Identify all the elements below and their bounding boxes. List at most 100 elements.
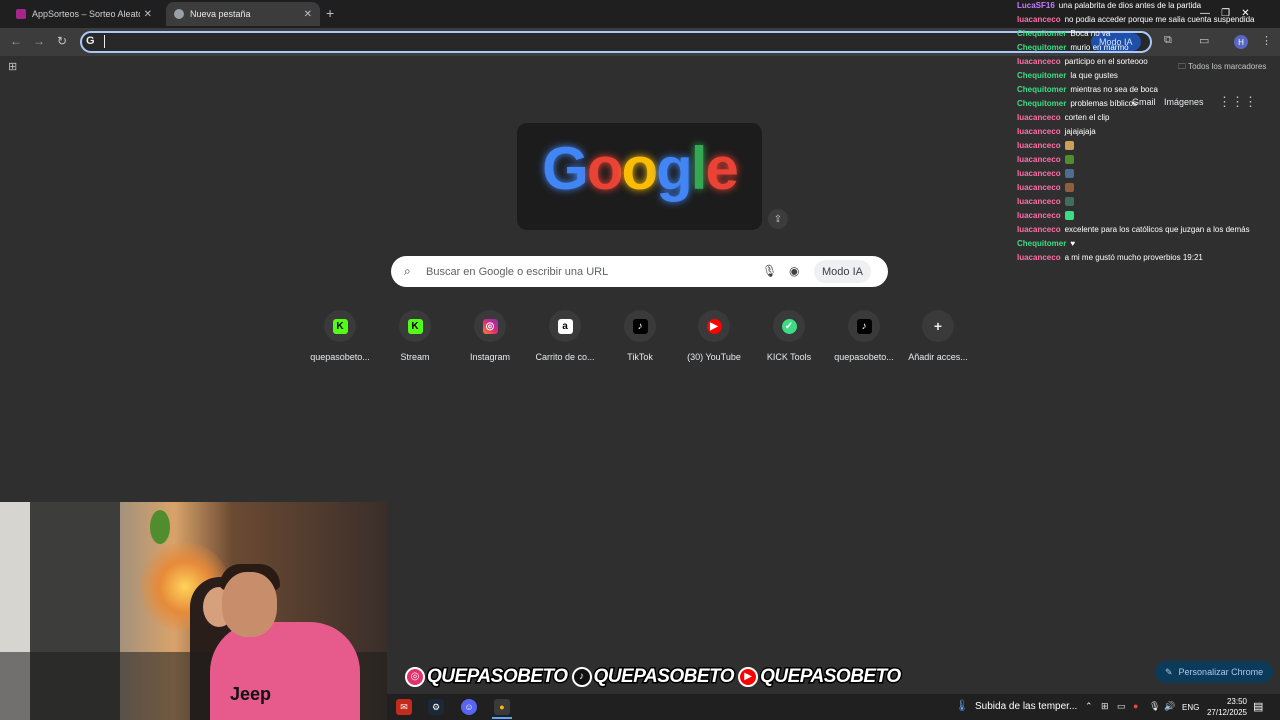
chat-username: luacanceco <box>1017 253 1061 262</box>
address-bar[interactable] <box>80 31 1152 53</box>
shortcut-label: Instagram <box>469 352 511 362</box>
chat-message: luacanceco corten el clip <box>1017 112 1280 126</box>
tray-app-icon[interactable]: ● <box>1133 701 1138 711</box>
clock-time: 23:50 <box>1226 697 1247 706</box>
search-icon: ⌕ <box>404 264 411 278</box>
chat-message: luacanceco <box>1017 182 1280 196</box>
chat-username: Chequitomer <box>1017 43 1067 52</box>
chat-message: luacanceco <box>1017 210 1280 224</box>
chat-username: luacanceco <box>1017 183 1061 192</box>
notifications-icon[interactable]: ▤ <box>1253 700 1263 713</box>
shortcut-label: quepasobeto... <box>834 352 894 362</box>
shortcut-tile[interactable]: K Stream <box>378 310 452 362</box>
taskbar <box>387 694 1280 720</box>
youtube-icon: ▶ <box>738 666 759 687</box>
google-lens-icon[interactable]: ◉ <box>789 264 799 278</box>
share-icon[interactable]: ⇪ <box>768 209 788 229</box>
instagram-icon: ◎ <box>405 666 425 687</box>
chat-username: luacanceco <box>1017 225 1061 234</box>
clock[interactable]: 23:50 27/12/2025 <box>1203 696 1247 718</box>
chat-username: Chequitomer <box>1017 85 1067 94</box>
social-handle: ◎ QUEPASOBETO <box>405 664 570 688</box>
shortcut-tile[interactable]: a Carrito de co... <box>528 310 602 362</box>
chat-message: luacanceco <box>1017 168 1280 182</box>
chat-username: luacanceco <box>1017 211 1061 220</box>
tray-chevron-icon[interactable]: ⌃ <box>1085 701 1093 712</box>
discord-icon[interactable]: ☺ <box>461 699 477 715</box>
search-placeholder[interactable]: Buscar en Google o escribir una URL <box>426 266 608 278</box>
weather-widget[interactable]: Subida de las temper... <box>975 701 1077 712</box>
chat-text: problemas bíblicos <box>1070 99 1138 108</box>
tiktok-icon: ♪ <box>571 666 592 687</box>
shortcut-tile[interactable]: K quepasobeto... <box>303 310 377 362</box>
check-icon: ✓ <box>781 318 797 334</box>
instagram-icon: ◎ <box>482 318 498 334</box>
customize-label: Personalizar Chrome <box>1178 667 1264 677</box>
chat-text: Boca no va <box>1070 29 1111 38</box>
shortcut-tile[interactable]: ◎ Instagram <box>453 310 527 362</box>
chat-username: luacanceco <box>1017 127 1061 136</box>
kick-icon: K <box>407 318 423 334</box>
chat-username: luacanceco <box>1017 197 1061 206</box>
chat-emote-icon <box>1064 155 1074 165</box>
language-indicator[interactable]: ENG <box>1182 703 1199 712</box>
chat-username: luacanceco <box>1017 141 1061 150</box>
new-tab-plus-icon[interactable]: + <box>326 5 334 21</box>
stream-chat-overlay: LucaSF16 una palabrita de dios antes de l… <box>1017 0 1280 266</box>
tab-appsorteos[interactable]: AppSorteos – Sorteo Aleatorio ✕ <box>8 2 160 26</box>
chat-username: luacanceco <box>1017 155 1061 164</box>
mail-app-icon[interactable]: ✉ <box>396 699 412 715</box>
chrome-icon[interactable]: ● <box>494 699 510 715</box>
shortcut-tile[interactable]: ▶ (30) YouTube <box>677 310 751 362</box>
tab-title: AppSorteos – Sorteo Aleatorio <box>32 9 140 19</box>
tray-network-icon[interactable]: ⊞ <box>1101 701 1109 712</box>
microphone-icon[interactable]: 🎙 <box>762 264 777 278</box>
shortcut-tile[interactable]: ♪ TikTok <box>603 310 677 362</box>
chat-username: Chequitomer <box>1017 239 1067 248</box>
handle-text: QUEPASOBETO <box>592 664 736 688</box>
back-arrow-icon[interactable]: ← <box>10 34 22 48</box>
customize-chrome-button[interactable]: ✎ Personalizar Chrome <box>1155 661 1274 683</box>
chat-text: ♥ <box>1070 239 1076 248</box>
steam-icon[interactable]: ⚙ <box>428 699 444 715</box>
appsorteos-favicon-icon <box>16 9 26 19</box>
tab-title: Nueva pestaña <box>190 9 251 19</box>
search-ai-mode-button[interactable]: Modo IA <box>814 260 871 283</box>
shortcut-tile[interactable]: ✓ KICK Tools <box>752 310 826 362</box>
chat-emote-icon <box>1064 197 1074 207</box>
thermometer-icon: 🌡 <box>955 700 969 712</box>
reload-icon[interactable]: ↻ <box>57 34 67 48</box>
tray-display-icon[interactable]: ▭ <box>1117 701 1126 712</box>
chat-text: mientras no sea de boca <box>1070 85 1158 94</box>
chat-username: Chequitomer <box>1017 99 1067 108</box>
chat-message: Chequitomer ♥ <box>1017 238 1280 252</box>
chat-message: luacanceco no podia acceder porque me sal… <box>1017 14 1280 28</box>
chat-message: luacanceco excelente para los católicos q… <box>1017 224 1280 238</box>
webcam-feed: Jeep <box>0 502 387 720</box>
social-handle: ♪ QUEPASOBETO <box>571 664 736 688</box>
shortcut-label: Stream <box>400 352 430 362</box>
chat-message: Chequitomer mientras no sea de boca <box>1017 84 1280 98</box>
pencil-icon: ✎ <box>1165 666 1173 677</box>
social-handle: ▶ QUEPASOBETO <box>738 664 903 688</box>
chat-text: corten el clip <box>1064 113 1110 122</box>
tiktok-icon: ♪ <box>632 318 648 334</box>
tray-mic-icon[interactable]: 🎙 <box>1149 701 1160 712</box>
webcam-shirt-print: Jeep <box>230 684 272 704</box>
amazon-icon: a <box>557 318 573 334</box>
doodle-logo[interactable]: Google <box>517 134 762 203</box>
tab-new-tab[interactable]: Nueva pestaña ✕ <box>166 2 320 26</box>
close-tab-icon[interactable]: ✕ <box>304 9 312 20</box>
kick-icon: K <box>332 318 348 334</box>
shortcut-tile[interactable]: ♪ quepasobeto... <box>827 310 901 362</box>
chat-text: a mi me gustó mucho proverbios 19:21 <box>1064 253 1203 262</box>
chat-message: Chequitomer problemas bíblicos <box>1017 98 1280 112</box>
close-tab-icon[interactable]: ✕ <box>144 9 152 20</box>
tray-volume-icon[interactable]: 🔊 <box>1164 701 1175 712</box>
chat-emote-icon <box>1064 169 1074 179</box>
clock-date: 27/12/2025 <box>1206 708 1247 717</box>
chat-username: luacanceco <box>1017 169 1061 178</box>
apps-grid-icon[interactable]: ⊞ <box>8 60 17 73</box>
add-shortcut-tile[interactable]: + Añadir acces... <box>901 310 975 362</box>
forward-arrow-icon[interactable]: → <box>33 34 45 48</box>
